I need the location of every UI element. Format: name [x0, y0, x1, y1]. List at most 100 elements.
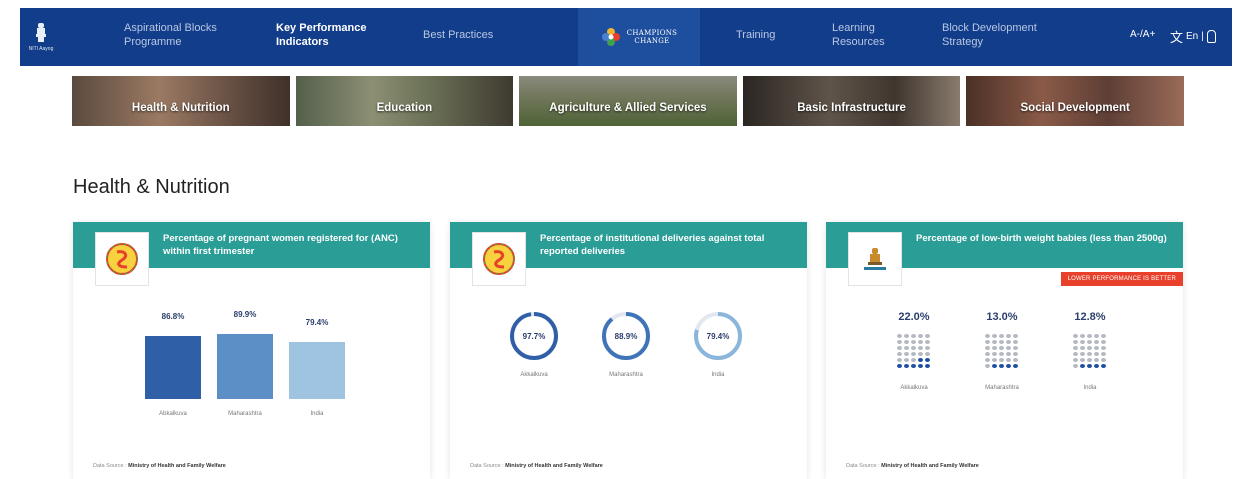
champions-text: CHAMPIONS CHANGE: [627, 29, 678, 45]
kpi-card-anc-registration[interactable]: Percentage of pregnant women registered …: [73, 222, 430, 479]
dot: [1006, 358, 1011, 362]
mother-child-logo-icon: [472, 232, 526, 286]
dot: [1073, 340, 1078, 344]
nav-best-practices[interactable]: Best Practices: [423, 28, 493, 42]
dot: [985, 364, 990, 368]
dot: [1087, 346, 1092, 350]
nav-key-performance-indicators[interactable]: Key Performance Indicators: [276, 21, 367, 49]
dot: [1073, 364, 1078, 368]
dot: [904, 346, 909, 350]
dot: [1013, 340, 1018, 344]
dot: [992, 358, 997, 362]
dot: [1101, 334, 1106, 338]
dot: [1006, 340, 1011, 344]
dot: [1080, 346, 1085, 350]
theme-education[interactable]: Education: [295, 76, 514, 126]
dot: [904, 358, 909, 362]
language-switcher[interactable]: 文 En |: [1170, 27, 1216, 46]
theme-agriculture[interactable]: Agriculture & Allied Services: [519, 76, 737, 126]
font-size-toggle[interactable]: A-/A+: [1130, 29, 1155, 40]
nav-block-development-strategy[interactable]: Block Development Strategy: [942, 21, 1037, 49]
dot: [897, 334, 902, 338]
dot: [918, 364, 923, 368]
dot: [904, 340, 909, 344]
dot: [1080, 364, 1085, 368]
dot: [897, 364, 902, 368]
dot: [1080, 340, 1085, 344]
dot: [1101, 346, 1106, 350]
user-icon[interactable]: [1206, 30, 1216, 43]
bar-category-label: Maharashtra: [228, 411, 262, 417]
mother-child-logo-icon: [95, 232, 149, 286]
dot-value-label: 12.8%: [1074, 311, 1106, 323]
dot: [1101, 358, 1106, 362]
dot: [985, 358, 990, 362]
dot: [911, 364, 916, 368]
dot: [918, 358, 923, 362]
dot: [918, 334, 923, 338]
dot: [897, 352, 902, 356]
dot: [985, 340, 990, 344]
dot: [1006, 364, 1011, 368]
dot: [897, 346, 902, 350]
dot: [992, 346, 997, 350]
dot: [1094, 352, 1099, 356]
dot: [1080, 334, 1085, 338]
dot-grid[interactable]: [985, 334, 1018, 368]
dot: [897, 358, 902, 362]
dot: [999, 346, 1004, 350]
dot: [1094, 340, 1099, 344]
dot: [904, 334, 909, 338]
dot: [925, 334, 930, 338]
donut-value-label: 97.7%: [523, 332, 546, 341]
dot: [1006, 334, 1011, 338]
data-source: Data Source : Ministry of Health and Fam…: [846, 463, 979, 469]
dot: [985, 334, 990, 338]
donut-ring[interactable]: 97.7%: [508, 310, 560, 362]
donut-value-label: 88.9%: [615, 332, 638, 341]
donut-ring[interactable]: 79.4%: [692, 310, 744, 362]
dot: [1087, 340, 1092, 344]
theme-label: Social Development: [1020, 102, 1130, 114]
champions-flower-icon: [601, 27, 621, 47]
dot: [1094, 346, 1099, 350]
donut-ring[interactable]: 88.9%: [600, 310, 652, 362]
dot: [925, 340, 930, 344]
dot-grid[interactable]: [897, 334, 930, 368]
theme-label: Health & Nutrition: [131, 102, 230, 114]
separator: |: [1201, 31, 1204, 42]
dot: [999, 358, 1004, 362]
nav-training[interactable]: Training: [736, 28, 775, 42]
champions-of-change-logo[interactable]: CHAMPIONS CHANGE: [578, 8, 700, 66]
dot-grid[interactable]: [1073, 334, 1106, 368]
dot-category-label: Akkalkuva: [900, 385, 928, 391]
logo-text: NITI Aayog: [28, 46, 54, 52]
dot: [985, 346, 990, 350]
lower-performance-badge: LOWER PERFORMANCE IS BETTER: [1060, 272, 1183, 286]
bar-category-label: Abkalkuva: [159, 411, 187, 417]
dot: [1087, 358, 1092, 362]
dot: [918, 352, 923, 356]
dot: [1080, 358, 1085, 362]
dot: [992, 364, 997, 368]
nav-learning-resources[interactable]: Learning Resources: [832, 21, 885, 49]
data-source-value: Ministry of Health and Family Welfare: [505, 463, 603, 469]
theme-health-nutrition[interactable]: Health & Nutrition: [72, 76, 290, 126]
theme-social-development[interactable]: Social Development: [966, 76, 1184, 126]
data-source-value: Ministry of Health and Family Welfare: [881, 463, 979, 469]
dot: [925, 358, 930, 362]
dot-value-label: 22.0%: [898, 311, 930, 323]
bar[interactable]: [145, 336, 201, 399]
bar[interactable]: [217, 334, 273, 399]
nav-aspirational-blocks[interactable]: Aspirational Blocks Programme: [124, 21, 217, 49]
kpi-card-institutional-deliveries[interactable]: Percentage of institutional deliveries a…: [450, 222, 807, 479]
donut-category-label: Akkalkuva: [520, 372, 548, 378]
kpi-card-low-birth-weight[interactable]: Percentage of low-birth weight babies (l…: [826, 222, 1183, 479]
bar[interactable]: [289, 341, 345, 399]
dot: [1080, 352, 1085, 356]
theme-basic-infrastructure[interactable]: Basic Infrastructure: [742, 76, 961, 126]
niti-aayog-logo[interactable]: NITI Aayog: [20, 8, 62, 66]
theme-label: Basic Infrastructure: [797, 102, 906, 114]
dot: [911, 358, 916, 362]
dot: [1101, 340, 1106, 344]
